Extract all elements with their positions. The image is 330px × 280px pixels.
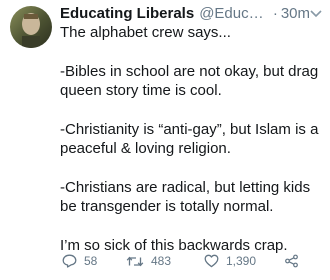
reply-count: 58 bbox=[84, 254, 98, 268]
heart-icon bbox=[204, 254, 219, 268]
tweet-paragraph: -Bibles in school are not okay, but drag… bbox=[60, 62, 323, 100]
reply-icon bbox=[62, 254, 77, 268]
separator: · bbox=[272, 5, 278, 22]
share-button[interactable] bbox=[284, 254, 299, 268]
retweet-icon bbox=[126, 256, 144, 266]
tweet-paragraph: -Christians are radical, but letting kid… bbox=[60, 178, 315, 216]
tweet-header: Educating Liberals @Educatio... · 30m bbox=[60, 4, 326, 23]
like-button[interactable]: 1,390 bbox=[204, 254, 284, 268]
user-handle[interactable]: @Educatio... bbox=[199, 4, 270, 23]
display-name[interactable]: Educating Liberals bbox=[60, 4, 194, 23]
reply-button[interactable]: 58 bbox=[62, 254, 126, 268]
chevron-down-icon[interactable] bbox=[310, 4, 322, 23]
tweet[interactable]: Educating Liberals @Educatio... · 30m Th… bbox=[60, 4, 326, 274]
timestamp[interactable]: 30m bbox=[281, 4, 310, 23]
tweet-paragraph: I’m so sick of this backwards crap. bbox=[60, 236, 288, 254]
retweet-count: 483 bbox=[151, 254, 172, 268]
avatar[interactable] bbox=[10, 6, 52, 48]
tweet-actions: 58 483 1,390 bbox=[62, 254, 312, 268]
tweet-paragraph: The alphabet crew says... bbox=[60, 24, 231, 41]
retweet-button[interactable]: 483 bbox=[126, 254, 204, 268]
share-icon bbox=[285, 254, 298, 268]
avatar-image bbox=[22, 13, 40, 48]
tweet-text: The alphabet crew says... -Bibles in sch… bbox=[60, 23, 326, 255]
tweet-paragraph: -Christianity is “anti-gay”, but Islam i… bbox=[60, 120, 323, 158]
like-count: 1,390 bbox=[226, 254, 257, 268]
